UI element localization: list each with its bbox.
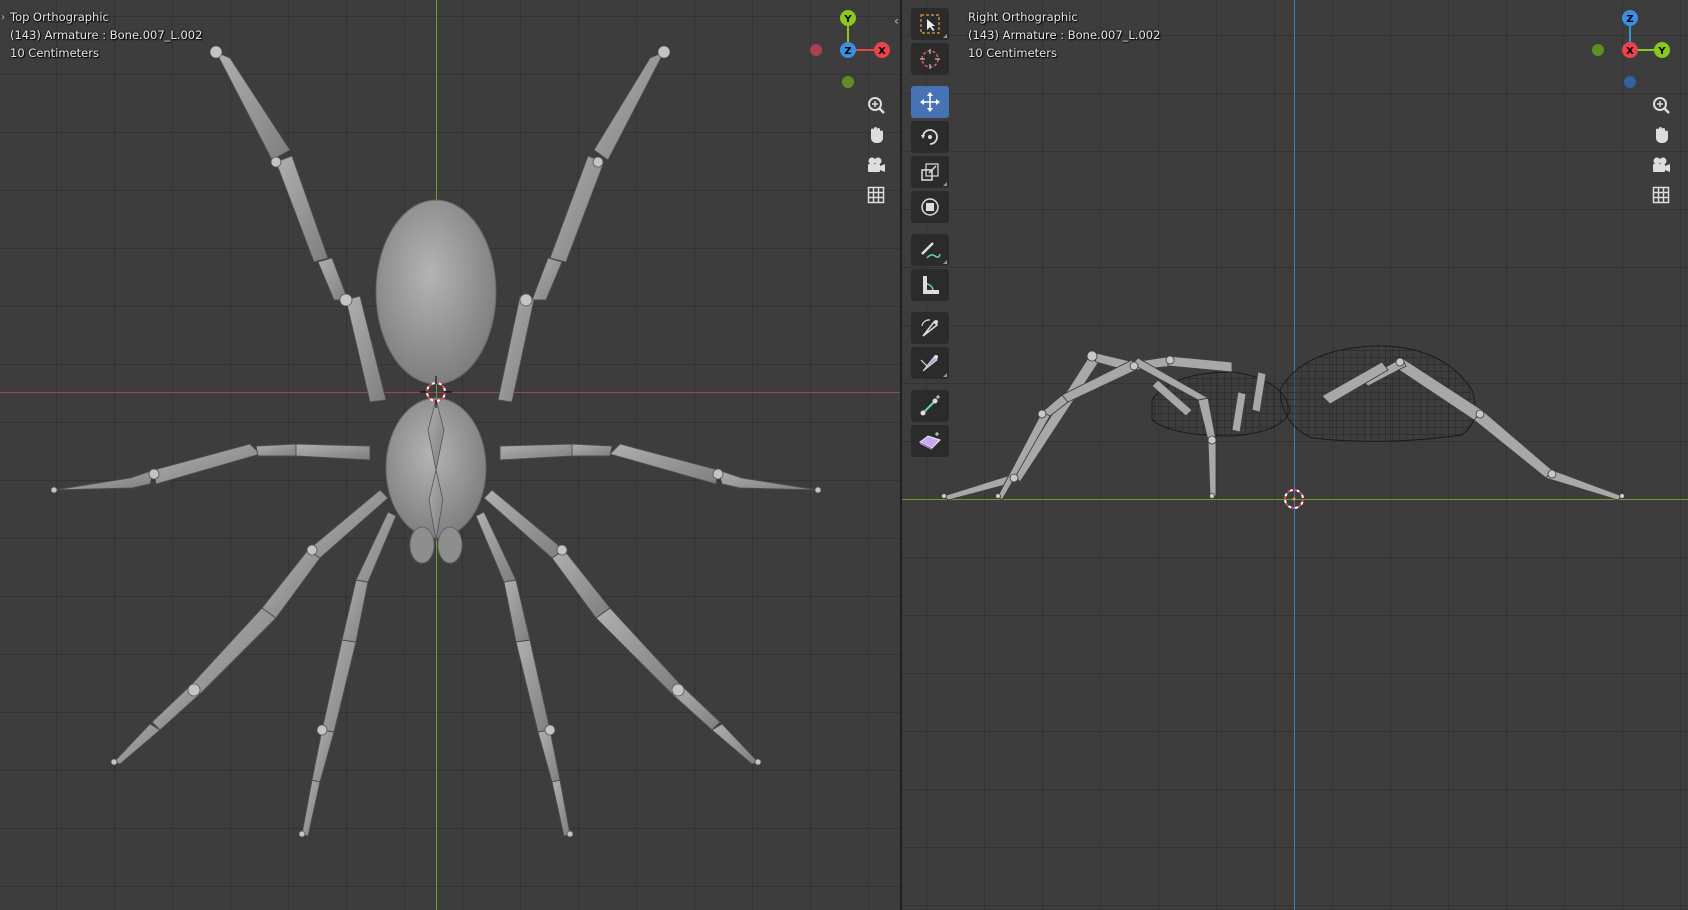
gizmo-neg-y-icon [842, 76, 854, 88]
view-name: Top Orthographic [10, 10, 109, 24]
move-tool[interactable] [911, 86, 949, 118]
gizmo-y-label: Y [843, 14, 852, 25]
grid-toggle-icon[interactable] [1648, 182, 1674, 208]
camera-icon[interactable] [863, 152, 889, 178]
navigation-gizmo[interactable]: Y X Z [800, 8, 890, 98]
gizmo-neg-z-icon [1624, 76, 1636, 88]
measure-icon [923, 276, 939, 294]
bone-size-icon [920, 355, 938, 372]
bone-roll-icon [921, 319, 939, 337]
spider-top-view [50, 45, 822, 838]
move-icon [920, 92, 940, 112]
viewport-info-overlay: Right Orthographic (143) Armature : Bone… [968, 8, 1160, 62]
bone-roll-tool[interactable] [911, 312, 949, 344]
bone-envelope-tool[interactable] [911, 425, 949, 457]
tool-shelf [910, 8, 950, 460]
viewport-info-overlay: Top Orthographic (143) Armature : Bone.0… [10, 8, 202, 62]
gizmo-y-label: Y [1657, 46, 1666, 57]
bone-size-tool[interactable] [911, 347, 949, 379]
select-box-tool[interactable] [911, 8, 949, 40]
annotate-icon [921, 242, 941, 259]
measure-tool[interactable] [911, 269, 949, 301]
extrude-tool[interactable] [911, 390, 949, 422]
object-info: (143) Armature : Bone.007_L.002 [10, 28, 203, 42]
extrude-icon [920, 395, 940, 416]
scale-info: 10 Centimeters [10, 46, 99, 60]
collapse-sidebar-arrow-icon[interactable]: ‹ [894, 14, 899, 28]
top-orthographic-viewport[interactable]: › Top Orthographic (143) Armature : Bone… [0, 0, 900, 910]
right-orthographic-viewport[interactable]: Right Orthographic (143) Armature : Bone… [902, 0, 1688, 910]
pan-hand-icon[interactable] [863, 122, 889, 148]
spider-side-view [941, 345, 1625, 509]
3d-cursor-icon [1284, 489, 1304, 509]
gizmo-x-label: X [1626, 46, 1634, 57]
gizmo-neg-x-icon [810, 44, 822, 56]
cursor-tool[interactable] [911, 43, 949, 75]
cursor-icon [920, 49, 940, 69]
scale-icon [921, 163, 939, 181]
transform-tool[interactable] [911, 191, 949, 223]
rotate-tool[interactable] [911, 121, 949, 153]
expand-header-arrow-icon[interactable]: › [1, 12, 5, 23]
rotate-icon [921, 129, 938, 145]
zoom-icon[interactable] [863, 92, 889, 118]
grid-toggle-icon[interactable] [863, 182, 889, 208]
view-name: Right Orthographic [968, 10, 1078, 24]
annotate-tool[interactable] [911, 234, 949, 266]
object-info: (143) Armature : Bone.007_L.002 [968, 28, 1161, 42]
select-box-icon [920, 14, 940, 34]
zoom-icon[interactable] [1648, 92, 1674, 118]
bone-envelope-icon [919, 432, 941, 450]
gizmo-z-label: Z [1626, 14, 1633, 25]
gizmo-neg-y-icon [1592, 44, 1604, 56]
scale-tool[interactable] [911, 156, 949, 188]
navigation-gizmo[interactable]: Z Y X [1582, 8, 1672, 98]
gizmo-x-label: X [878, 46, 886, 57]
scale-info: 10 Centimeters [968, 46, 1057, 60]
gizmo-z-label: Z [844, 46, 851, 57]
camera-icon[interactable] [1648, 152, 1674, 178]
pan-hand-icon[interactable] [1648, 122, 1674, 148]
transform-icon [921, 198, 939, 216]
